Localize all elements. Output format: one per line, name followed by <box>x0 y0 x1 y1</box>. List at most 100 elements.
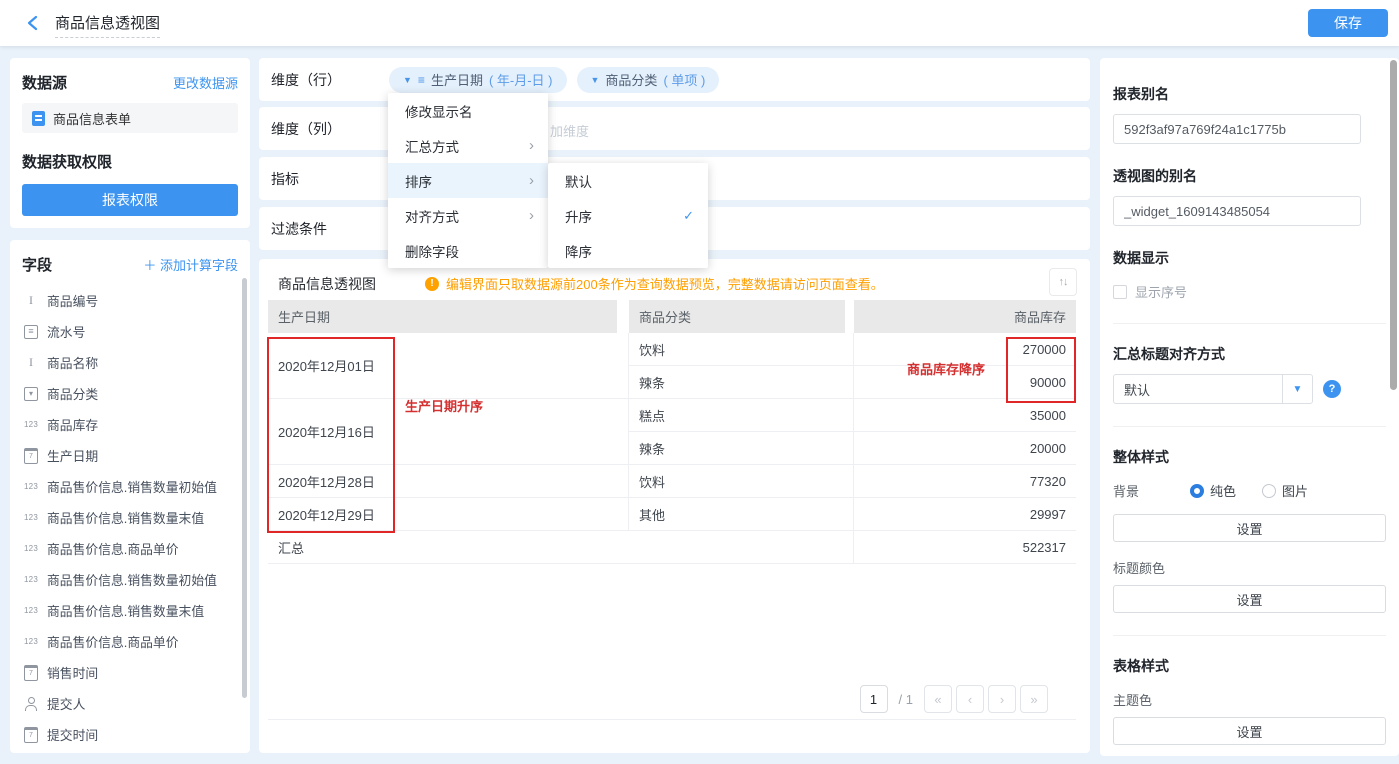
text-field-icon <box>22 355 40 371</box>
change-datasource-link[interactable]: 更改数据源 <box>173 73 238 92</box>
show-index-option[interactable]: 显示序号 <box>1113 282 1386 301</box>
field-item[interactable]: 销售时间 <box>22 657 238 688</box>
submenu-item-descending[interactable]: 降序 <box>548 233 708 268</box>
table-row: 2020年12月16日 糕点 35000 <box>268 399 1076 432</box>
column-header: 生产日期 <box>268 300 629 333</box>
widget-alias-input[interactable] <box>1113 196 1361 226</box>
stock-cell: 20000 <box>854 432 1076 465</box>
save-button[interactable]: 保存 <box>1308 9 1388 37</box>
form-document-icon <box>32 111 45 126</box>
report-alias-input[interactable] <box>1113 114 1361 144</box>
fields-heading: 字段 <box>22 254 52 275</box>
notice-text: 编辑界面只取数据源前200条作为查询数据预览，完整数据请访问页面查看。 <box>446 274 884 293</box>
datasource-item[interactable]: 商品信息表单 <box>22 103 238 133</box>
date-cell: 2020年12月01日 <box>268 333 629 399</box>
number-field-icon <box>22 541 40 557</box>
report-alias-label: 报表别名 <box>1113 84 1386 104</box>
add-calc-field-link[interactable]: ＋ 添加计算字段 <box>143 255 238 274</box>
submenu-item-default[interactable]: 默认 <box>548 163 708 198</box>
bg-solid-option[interactable]: 纯色 <box>1190 481 1236 500</box>
field-item[interactable]: 流水号 <box>22 316 238 347</box>
page-total: / 1 <box>899 692 913 707</box>
date-cell: 2020年12月16日 <box>268 399 629 465</box>
bg-solid-label: 纯色 <box>1210 481 1236 500</box>
table-style-label: 表格样式 <box>1113 656 1386 676</box>
field-item[interactable]: 商品售价信息.商品单价 <box>22 533 238 564</box>
summary-align-label: 汇总标题对齐方式 <box>1113 344 1386 364</box>
page-title: 商品信息透视图 <box>55 12 160 38</box>
background-set-button[interactable]: 设置 <box>1113 514 1386 542</box>
menu-item-delete-field[interactable]: 删除字段 <box>388 233 548 268</box>
column-header: 商品库存 <box>854 300 1076 333</box>
field-item[interactable]: 商品售价信息.销售数量初始值 <box>22 471 238 502</box>
datasource-heading: 数据源 <box>22 72 67 93</box>
preview-divider <box>268 719 1076 720</box>
bg-image-option[interactable]: 图片 <box>1262 481 1308 500</box>
field-item[interactable]: 商品名称 <box>22 347 238 378</box>
row-dimension-label: 维度（行） <box>271 70 389 90</box>
prev-page-button[interactable]: ‹ <box>956 685 984 713</box>
field-label: 商品售价信息.销售数量末值 <box>47 601 204 620</box>
field-item[interactable]: 提交时间 <box>22 719 238 750</box>
checkbox-unchecked[interactable] <box>1113 285 1127 299</box>
menu-item-label: 升序 <box>565 206 592 226</box>
section-divider <box>1113 426 1386 427</box>
chevron-right-icon: › <box>529 207 534 224</box>
category-cell: 辣条 <box>629 432 854 465</box>
field-item[interactable]: 商品售价信息.销售数量初始值 <box>22 564 238 595</box>
help-icon[interactable]: ? <box>1323 380 1341 398</box>
field-item[interactable]: 商品库存 <box>22 409 238 440</box>
panel-scrollbar[interactable] <box>1390 60 1397 390</box>
column-dimension-label: 维度（列） <box>271 119 389 139</box>
field-item[interactable]: 商品售价信息.销售数量末值 <box>22 595 238 626</box>
field-item[interactable]: 商品售价信息.商品单价 <box>22 626 238 657</box>
chip-product-category[interactable]: ▼ 商品分类 ( 单项 ) <box>577 67 720 93</box>
caret-down-icon: ▼ <box>1282 375 1312 403</box>
chevron-down-icon: ▼ <box>591 75 600 85</box>
theme-color-label: 主题色 <box>1113 690 1386 709</box>
stock-cell: 270000 <box>854 333 1076 366</box>
data-display-label: 数据显示 <box>1113 248 1386 268</box>
menu-item-align[interactable]: 对齐方式 › <box>388 198 548 233</box>
radio-unselected-icon[interactable] <box>1262 484 1276 498</box>
report-permission-button[interactable]: 报表权限 <box>22 184 238 216</box>
sort-submenu: 默认 升序 ✓ 降序 <box>548 163 708 268</box>
first-page-button[interactable]: « <box>924 685 952 713</box>
chevron-right-icon: › <box>529 137 534 154</box>
menu-item-label: 降序 <box>565 241 592 261</box>
top-bar: 商品信息透视图 保存 <box>0 0 1399 46</box>
menu-item-rename[interactable]: 修改显示名 <box>388 93 548 128</box>
date-field-icon <box>22 665 40 681</box>
field-item[interactable]: 商品分类 <box>22 378 238 409</box>
radio-selected-icon[interactable] <box>1190 484 1204 498</box>
menu-item-sort[interactable]: 排序 › <box>388 163 548 198</box>
next-page-button[interactable]: › <box>988 685 1016 713</box>
field-item[interactable]: 生产日期 <box>22 440 238 471</box>
stock-cell: 35000 <box>854 399 1076 432</box>
field-item[interactable]: 提交人 <box>22 688 238 719</box>
fields-scrollbar[interactable] <box>242 278 247 698</box>
chevron-right-icon: › <box>529 172 534 189</box>
back-icon[interactable] <box>24 14 42 32</box>
submenu-item-ascending[interactable]: 升序 ✓ <box>548 198 708 233</box>
table-row: 2020年12月28日 饮料 77320 <box>268 465 1076 498</box>
stock-cell: 29997 <box>854 498 1076 531</box>
pivot-preview-card: 商品信息透视图 ! 编辑界面只取数据源前200条作为查询数据预览，完整数据请访问… <box>259 259 1090 753</box>
theme-color-set-button[interactable]: 设置 <box>1113 717 1386 745</box>
column-header: 商品分类 <box>629 300 854 333</box>
filters-label: 过滤条件 <box>271 219 389 239</box>
summary-label: 汇总 <box>268 531 854 564</box>
menu-item-aggregation[interactable]: 汇总方式 › <box>388 128 548 163</box>
field-label: 商品售价信息.商品单价 <box>47 632 179 651</box>
permission-heading: 数据获取权限 <box>22 151 238 172</box>
summary-align-select[interactable]: 默认 ▼ <box>1113 374 1313 404</box>
page-input[interactable] <box>860 685 888 713</box>
last-page-button[interactable]: » <box>1020 685 1048 713</box>
sort-order-icon[interactable]: ↑↓ <box>1049 268 1077 296</box>
field-item[interactable]: 商品售价信息.销售数量末值 <box>22 502 238 533</box>
fields-card: 字段 ＋ 添加计算字段 商品编号 流水号 商品名称 商品分类 商品库存 生产日期… <box>10 240 250 753</box>
title-color-set-button[interactable]: 设置 <box>1113 585 1386 613</box>
field-item[interactable]: 商品编号 <box>22 285 238 316</box>
chip-production-date[interactable]: ▼ ≡ 生产日期 ( 年-月-日 ) <box>389 67 567 93</box>
pagination: / 1 « ‹ › » <box>860 685 1048 713</box>
